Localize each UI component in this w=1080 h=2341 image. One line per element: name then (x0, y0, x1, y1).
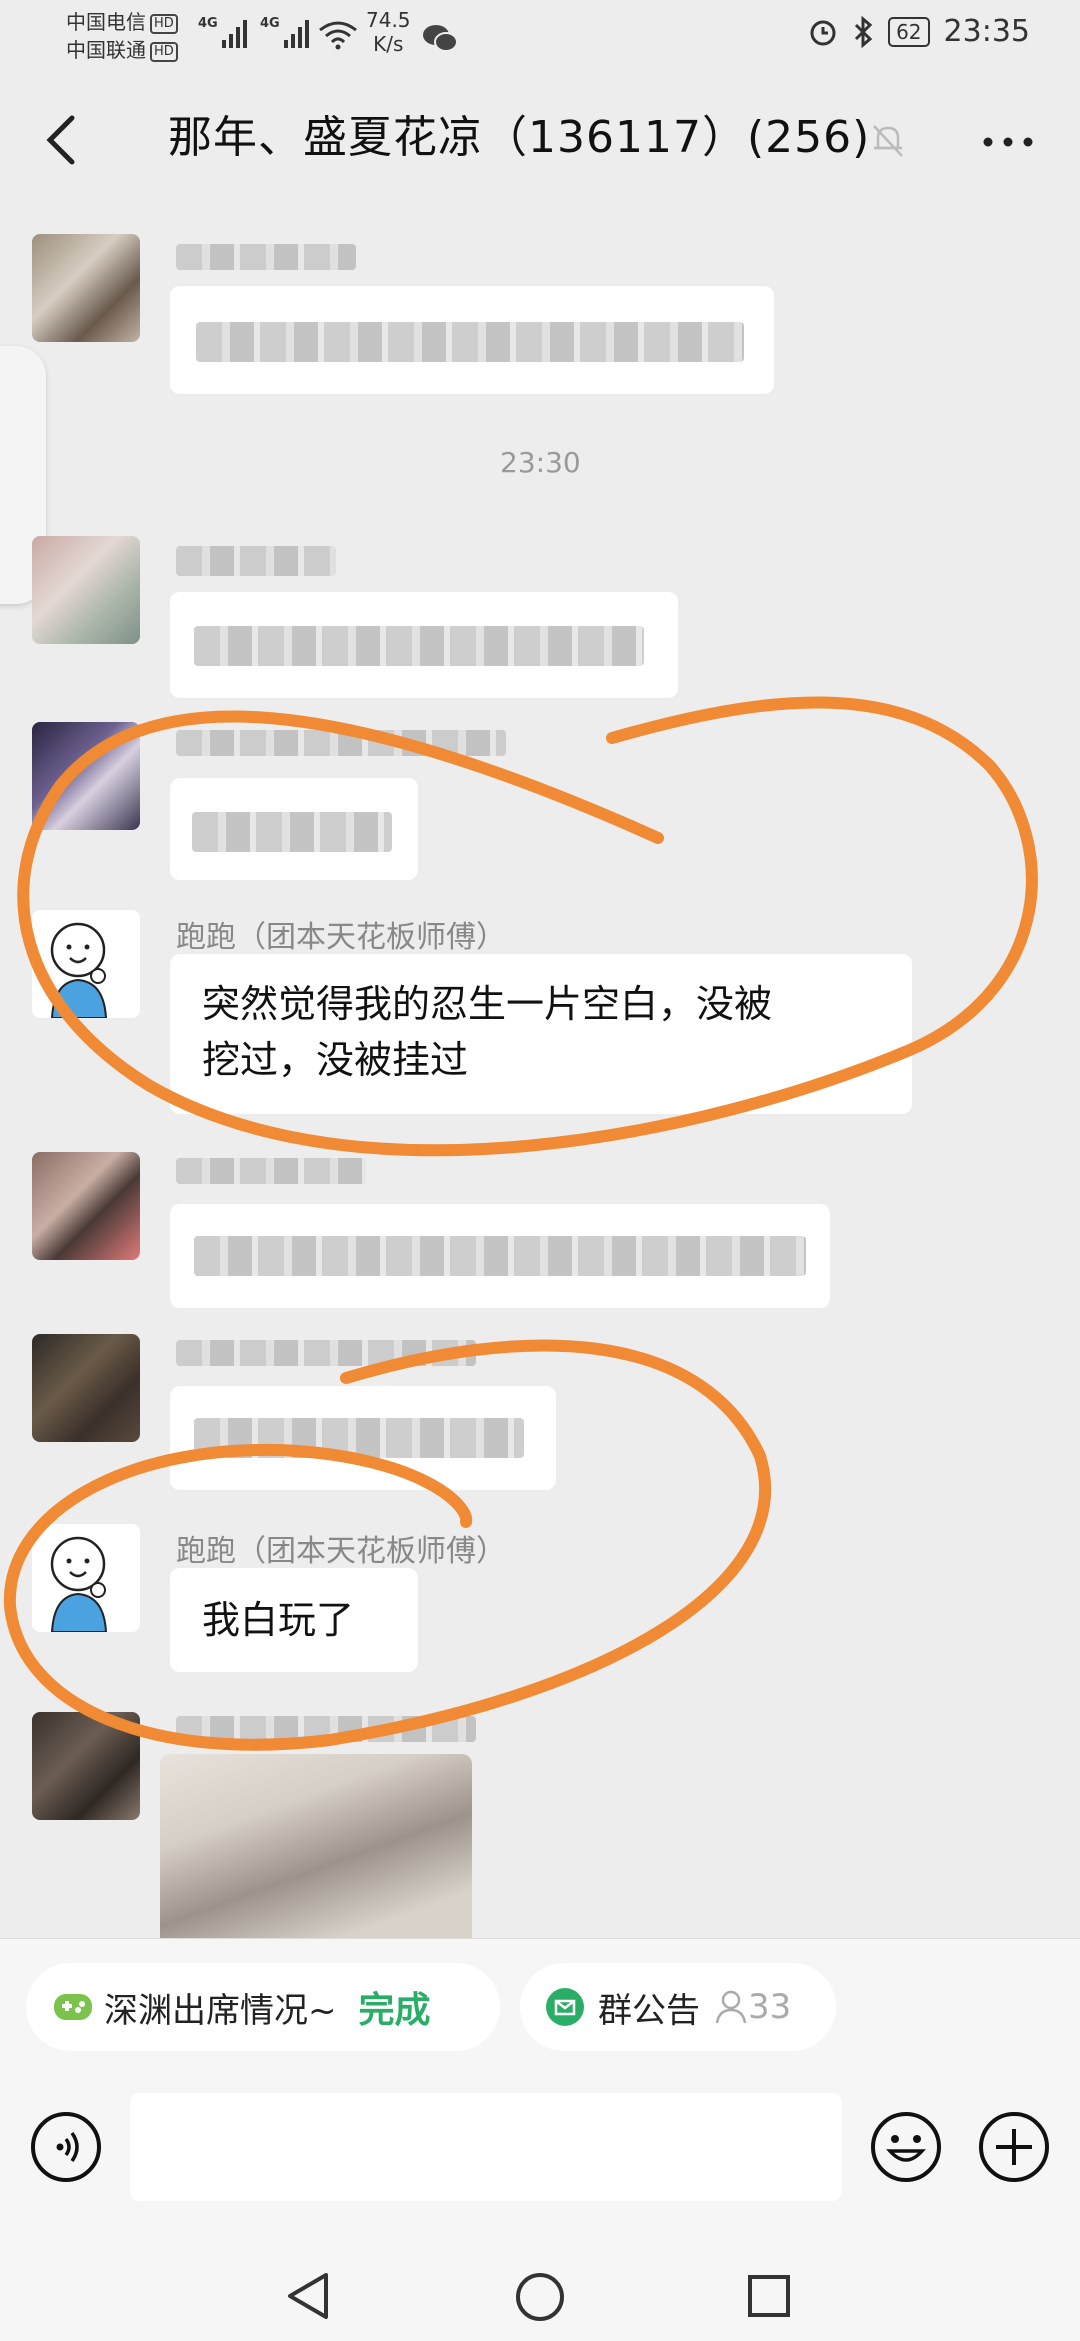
speed-unit: K/s (373, 32, 404, 56)
chat-input-area: 深渊出席情况~ 完成 群公告 33 (0, 1938, 1080, 2341)
network-type-1: 4G (198, 16, 218, 31)
speed-value: 74.5 (366, 8, 411, 32)
net-speed: 74.5 K/s (366, 8, 411, 56)
nav-recents-icon[interactable] (744, 2271, 794, 2321)
carrier-1: 中国电信 (66, 10, 146, 34)
shortcut-label: 深渊出席情况~ (104, 1990, 337, 2031)
back-icon[interactable] (34, 110, 94, 170)
more-icon[interactable] (978, 122, 1038, 162)
wifi-icon (319, 21, 357, 50)
message-input[interactable] (130, 2093, 842, 2201)
shortcut-status: 完成 (358, 1990, 431, 2031)
signal-icon (222, 20, 247, 48)
chat-area[interactable]: 23:30 跑跑（团本天花板师傅） 突然觉得我的忍生一片空白，没被 挖过，没被挂… (0, 206, 1080, 1938)
mute-bell-icon (873, 125, 903, 157)
bluetooth-icon (855, 15, 873, 48)
status-right: 62 23:35 (808, 14, 1030, 49)
carrier-info: 中国电信 HD 中国联通 HD (66, 8, 178, 64)
wechat-icon (423, 25, 458, 52)
signal-icon (284, 20, 309, 48)
status-bar: 中国电信 HD 中国联通 HD 4G 4G 74.5 K/s 62 23:35 (0, 0, 1080, 78)
nav-home-icon[interactable] (512, 2269, 568, 2325)
carrier-2: 中国联通 (66, 38, 146, 62)
chat-title: 那年、盛夏花凉（136117）(256) (168, 112, 871, 163)
shortcut-pill-announcement[interactable]: 群公告 33 (520, 1963, 836, 2051)
battery-level: 62 (888, 16, 930, 47)
system-navigation-bar (0, 2251, 1080, 2341)
emoji-icon[interactable] (870, 2111, 942, 2183)
hd-badge: HD (150, 13, 178, 34)
voice-icon[interactable] (30, 2111, 102, 2183)
shortcut-label: 群公告 (598, 1990, 700, 2031)
alarm-icon (810, 20, 836, 45)
nav-back-icon[interactable] (284, 2269, 334, 2323)
network-type-2: 4G (260, 16, 280, 31)
announcement-icon (546, 1988, 584, 2026)
person-icon (715, 1990, 747, 2024)
member-count: 33 (748, 1987, 792, 2027)
hd-badge: HD (150, 41, 178, 62)
chat-header: 那年、盛夏花凉（136117）(256) (0, 78, 1080, 206)
shortcut-pill-abyss[interactable]: 深渊出席情况~ 完成 (26, 1963, 500, 2051)
game-icon (54, 1994, 92, 2020)
annotation-circles (3, 696, 1038, 1751)
clock: 23:35 (943, 14, 1030, 49)
plus-icon[interactable] (978, 2111, 1050, 2183)
